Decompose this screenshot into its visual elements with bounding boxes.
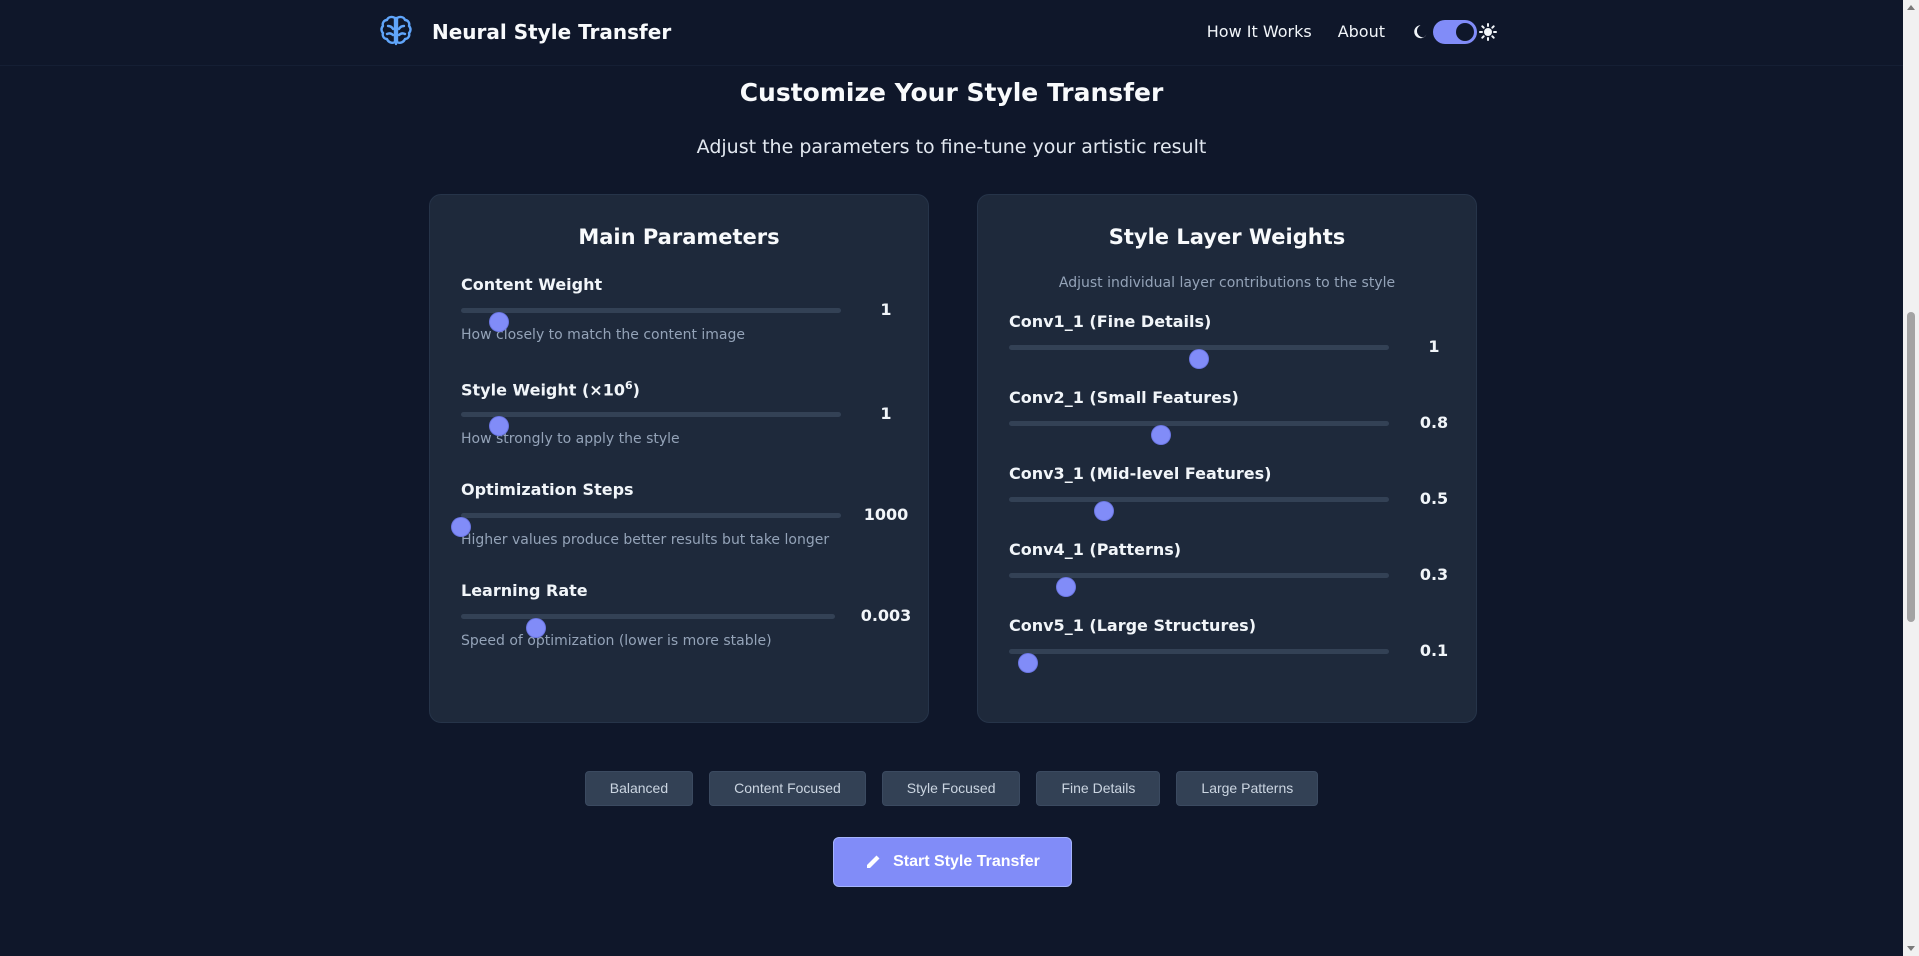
main-parameters-card: Main Parameters Content Weight 1 How clo… <box>429 194 929 723</box>
layer-conv3-slider[interactable] <box>1009 497 1389 520</box>
layer-conv1-label: Conv1_1 (Fine Details) <box>1009 312 1212 331</box>
preset-buttons: Balanced Content Focused Style Focused F… <box>0 771 1903 806</box>
preset-large-patterns-button[interactable]: Large Patterns <box>1176 771 1319 806</box>
layer-conv1-slider-thumb[interactable] <box>1190 350 1208 368</box>
learning-rate-slider[interactable] <box>461 614 835 637</box>
layer-conv1-param: Conv1_1 (Fine Details) 1 <box>1009 312 1449 368</box>
optimization-steps-value: 1000 <box>863 505 909 524</box>
style-weight-value: 1 <box>880 404 892 423</box>
content-weight-value: 1 <box>880 300 892 319</box>
layer-conv2-param: Conv2_1 (Small Features) 0.8 <box>1009 388 1449 444</box>
layer-conv4-slider-thumb[interactable] <box>1057 578 1075 596</box>
layer-conv2-value: 0.8 <box>1419 413 1449 432</box>
theme-switch-knob <box>1456 23 1474 41</box>
sun-icon <box>1479 23 1497 41</box>
layer-conv4-label: Conv4_1 (Patterns) <box>1009 540 1182 559</box>
layer-conv1-value: 1 <box>1428 337 1440 356</box>
layer-conv3-param: Conv3_1 (Mid-level Features) 0.5 <box>1009 464 1449 520</box>
layer-conv1-slider-row: 1 <box>1009 334 1449 368</box>
layer-conv5-slider[interactable] <box>1009 649 1389 672</box>
style-layer-weights-card: Style Layer Weights Adjust individual la… <box>977 194 1477 723</box>
preset-content-focused-button[interactable]: Content Focused <box>709 771 866 806</box>
optimization-steps-label: Optimization Steps <box>461 480 634 499</box>
section-subtitle: Adjust the parameters to fine-tune your … <box>696 136 1207 158</box>
style-layer-weights-title: Style Layer Weights <box>1108 225 1346 249</box>
start-style-transfer-label: Start Style Transfer <box>893 853 1040 870</box>
start-style-transfer-button[interactable]: Start Style Transfer <box>833 837 1072 887</box>
content-weight-help: How closely to match the content image <box>461 327 745 343</box>
page-scrollbar[interactable] <box>1903 0 1919 956</box>
layer-conv4-slider[interactable] <box>1009 573 1389 596</box>
navbar: Neural Style Transfer How It Works About <box>0 0 1903 66</box>
style-weight-slider[interactable] <box>461 412 841 435</box>
moon-icon <box>1414 25 1427 39</box>
main-parameters-title: Main Parameters <box>578 225 780 249</box>
style-weight-label-close: ) <box>632 380 640 400</box>
layer-conv2-slider[interactable] <box>1009 421 1389 444</box>
layer-conv4-value: 0.3 <box>1419 565 1449 584</box>
style-weight-param: Style Weight (×106) 1 How strongly to ap… <box>461 379 901 447</box>
content-weight-param: Content Weight 1 How closely to match th… <box>461 275 901 343</box>
brand[interactable]: Neural Style Transfer <box>378 14 671 50</box>
app-title: Neural Style Transfer <box>432 20 672 44</box>
scroll-up-arrow-icon[interactable] <box>1907 5 1915 10</box>
theme-switch[interactable] <box>1433 20 1477 44</box>
learning-rate-slider-thumb[interactable] <box>526 619 545 637</box>
learning-rate-slider-row: 0.003 <box>461 603 911 637</box>
optimization-steps-slider[interactable] <box>452 513 841 536</box>
nav-link-about[interactable]: About <box>1338 19 1385 45</box>
learning-rate-value: 0.003 <box>860 606 912 625</box>
preset-balanced-button[interactable]: Balanced <box>584 771 694 806</box>
layer-conv3-value: 0.5 <box>1419 489 1449 508</box>
layer-conv3-slider-thumb[interactable] <box>1095 502 1113 520</box>
theme-toggle[interactable] <box>1411 20 1497 44</box>
content-weight-slider-row: 1 <box>461 297 901 331</box>
learning-rate-param: Learning Rate 0.003 Speed of optimizatio… <box>461 581 911 649</box>
layer-conv5-param: Conv5_1 (Large Structures) 0.1 <box>1009 616 1449 672</box>
pencil-icon <box>867 855 880 868</box>
layer-conv4-slider-row: 0.3 <box>1009 562 1449 596</box>
layer-conv5-slider-row: 0.1 <box>1009 638 1449 672</box>
layer-conv3-slider-row: 0.5 <box>1009 486 1449 520</box>
layer-conv2-slider-row: 0.8 <box>1009 410 1449 444</box>
style-weight-help: How strongly to apply the style <box>461 431 680 447</box>
scroll-down-arrow-icon[interactable] <box>1907 946 1915 951</box>
style-weight-slider-thumb[interactable] <box>490 417 508 435</box>
style-weight-label: Style Weight (×106) <box>461 379 901 401</box>
preset-fine-details-button[interactable]: Fine Details <box>1036 771 1161 806</box>
scroll-thumb[interactable] <box>1907 312 1915 622</box>
nav-link-how-it-works[interactable]: How It Works <box>1207 19 1312 45</box>
nav-links: How It Works About <box>1207 19 1497 45</box>
content-weight-slider[interactable] <box>461 308 841 331</box>
layer-conv5-value: 0.1 <box>1419 641 1449 660</box>
style-weight-slider-row: 1 <box>461 401 901 435</box>
content-weight-label: Content Weight <box>461 275 603 294</box>
optimization-steps-slider-thumb[interactable] <box>452 518 470 536</box>
layer-conv1-slider[interactable] <box>1009 345 1389 368</box>
style-weight-label-exponent: 6 <box>624 379 633 392</box>
preset-style-focused-button[interactable]: Style Focused <box>881 771 1021 806</box>
style-layer-weights-note: Adjust individual layer contributions to… <box>1058 275 1396 291</box>
section-title: Customize Your Style Transfer <box>739 78 1164 107</box>
layer-conv5-label: Conv5_1 (Large Structures) <box>1009 616 1257 635</box>
layer-conv2-slider-thumb[interactable] <box>1152 426 1170 444</box>
optimization-steps-param: Optimization Steps 1000 Higher values pr… <box>452 480 908 548</box>
optimization-steps-slider-row: 1000 <box>452 502 908 536</box>
layer-conv5-slider-thumb[interactable] <box>1019 654 1037 672</box>
layer-conv4-param: Conv4_1 (Patterns) 0.3 <box>1009 540 1449 596</box>
learning-rate-help: Speed of optimization (lower is more sta… <box>461 633 772 649</box>
learning-rate-label: Learning Rate <box>461 581 588 600</box>
layer-conv3-label: Conv3_1 (Mid-level Features) <box>1009 464 1272 483</box>
content-weight-slider-thumb[interactable] <box>490 313 508 331</box>
optimization-steps-help: Higher values produce better results but… <box>461 532 830 548</box>
style-weight-label-text: Style Weight (×10 <box>461 380 625 400</box>
layer-conv2-label: Conv2_1 (Small Features) <box>1009 388 1239 407</box>
brain-icon <box>380 15 412 46</box>
